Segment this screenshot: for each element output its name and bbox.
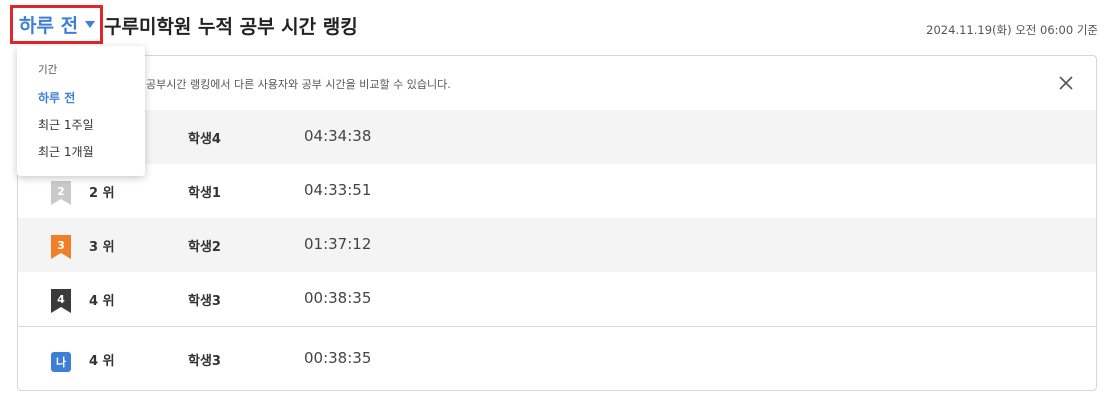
page-title: 구루미학원 누적 공부 시간 랭킹 (104, 16, 358, 38)
dropdown-item-1-week[interactable]: 최근 1주일 (38, 116, 94, 133)
rank-label: 2 위 (89, 186, 115, 201)
notice-text: 공부시간 랭킹에서 다른 사용자와 공부 시간을 비교할 수 있습니다. (146, 78, 451, 91)
notice-bar: 공부시간 랭킹에서 다른 사용자와 공부 시간을 비교할 수 있습니다. (18, 56, 1096, 110)
rank-label: 4 위 (89, 354, 115, 369)
ranking-row: 1 1 위 학생4 04:34:38 (18, 110, 1096, 164)
period-dropdown-toggle[interactable]: 하루 전 (10, 5, 103, 44)
close-icon[interactable] (1056, 73, 1076, 93)
ranking-page: 하루 전 구루미학원 누적 공부 시간 랭킹 2024.11.19(화) 오전 … (0, 0, 1116, 411)
period-label: 하루 전 (19, 15, 79, 37)
rank-medal-icon: 2 (51, 181, 71, 205)
student-name: 학생2 (188, 240, 221, 255)
dropdown-header: 기간 (38, 64, 58, 76)
medal-number: 4 (57, 293, 65, 306)
ranking-panel: 공부시간 랭킹에서 다른 사용자와 공부 시간을 비교할 수 있습니다. 1 1… (17, 55, 1097, 391)
ranking-row: 2 2 위 학생1 04:33:51 (18, 164, 1096, 218)
study-time: 04:33:51 (304, 181, 372, 199)
as-of-timestamp: 2024.11.19(화) 오전 06:00 기준 (926, 23, 1098, 37)
medal-number: 2 (57, 185, 65, 198)
caret-down-icon (85, 21, 96, 28)
ranking-row: 3 3 위 학생2 01:37:12 (18, 218, 1096, 272)
study-time: 01:37:12 (304, 235, 372, 253)
student-name: 학생4 (188, 132, 221, 147)
rank-label: 4 위 (89, 294, 115, 309)
rank-medal-icon: 4 (51, 289, 71, 313)
dropdown-item-1-day[interactable]: 하루 전 (38, 89, 75, 106)
medal-number: 3 (57, 239, 65, 252)
student-name: 학생3 (188, 354, 221, 369)
study-time: 00:38:35 (304, 289, 372, 307)
me-badge: 나 (51, 352, 71, 372)
study-time: 00:38:35 (304, 349, 372, 367)
period-dropdown-menu: 기간 하루 전 최근 1주일 최근 1개월 (17, 46, 145, 176)
student-name: 학생3 (188, 294, 221, 309)
student-name: 학생1 (188, 186, 221, 201)
my-ranking-row: 나 4 위 학생3 00:38:35 (18, 332, 1096, 386)
study-time: 04:34:38 (304, 127, 372, 145)
divider (18, 326, 1096, 327)
rank-label: 3 위 (89, 240, 115, 255)
dropdown-item-1-month[interactable]: 최근 1개월 (38, 143, 94, 160)
rank-medal-icon: 3 (51, 235, 71, 259)
ranking-row: 4 4 위 학생3 00:38:35 (18, 272, 1096, 326)
